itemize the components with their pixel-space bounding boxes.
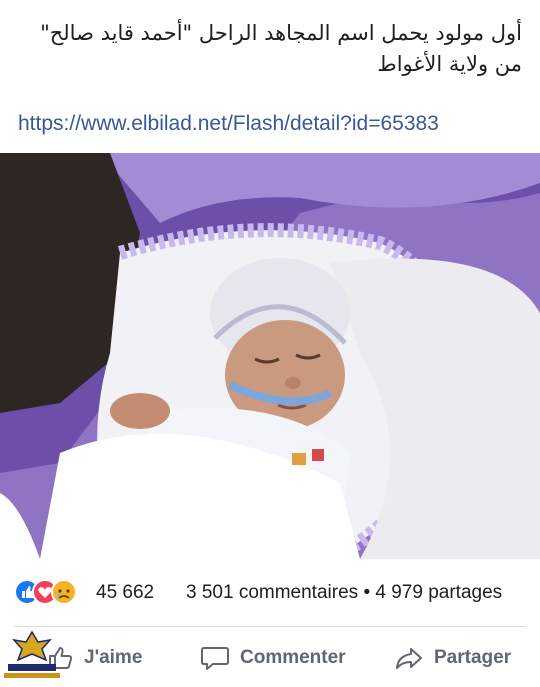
share-count[interactable]: 4 979 partages — [375, 582, 502, 603]
comment-count[interactable]: 3 501 commentaires — [186, 582, 358, 603]
comment-button[interactable]: Commenter — [200, 634, 346, 682]
stats-separator: • — [363, 582, 371, 603]
reaction-icons[interactable] — [14, 579, 78, 605]
action-bar: J'aime Commenter Partager — [0, 634, 540, 682]
like-label: J'aime — [84, 647, 143, 668]
reaction-count[interactable]: 45 662 — [96, 582, 154, 604]
post-stats: 45 662 3 501 commentaires • 4 979 partag… — [0, 574, 540, 610]
post-text: أول مولود يحمل اسم المجاهد الراحل "أحمد … — [40, 21, 522, 76]
post-link[interactable]: https://www.elbilad.net/Flash/detail?id=… — [18, 112, 528, 136]
sad-icon — [51, 579, 77, 605]
share-label: Partager — [434, 647, 512, 668]
divider — [14, 626, 526, 627]
comment-icon — [201, 647, 229, 670]
comments-shares[interactable]: 3 501 commentaires • 4 979 partages — [186, 582, 502, 604]
post-photo[interactable] — [0, 153, 540, 559]
share-button[interactable]: Partager — [394, 634, 511, 682]
share-icon — [396, 648, 422, 669]
watermark-logo — [0, 628, 64, 682]
comment-label: Commenter — [240, 647, 346, 668]
